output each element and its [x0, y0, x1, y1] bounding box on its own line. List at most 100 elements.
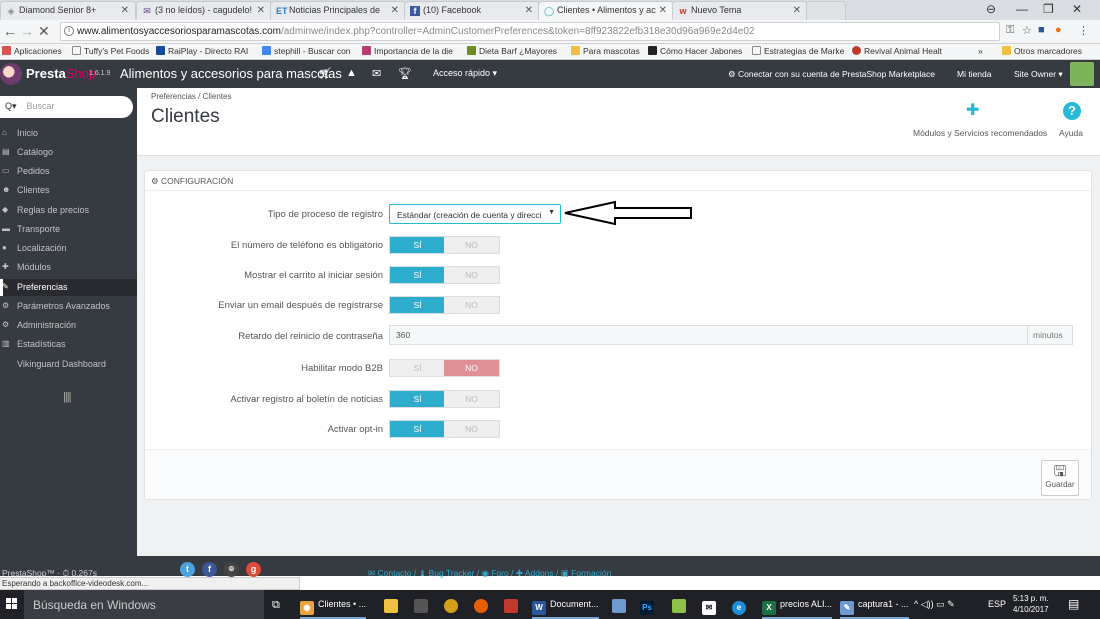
mail-icon[interactable]: ✉	[372, 67, 381, 80]
registration-type-select[interactable]: Estándar (creación de cuenta y direcci ▼	[389, 204, 561, 224]
facebook-icon[interactable]: f	[202, 562, 217, 577]
firefox-icon[interactable]	[474, 590, 492, 619]
sidebar-item-estadisticas[interactable]: ▥ Estadísticas	[0, 336, 137, 353]
app-icon[interactable]	[612, 590, 630, 619]
sidebar-item-clientes[interactable]: ☻ Clientes	[0, 182, 137, 199]
b2b-mode-toggle[interactable]: SÍ NO	[389, 359, 500, 377]
browser-tab[interactable]: f (10) Facebook ✕	[404, 1, 540, 20]
help-link[interactable]: Ayuda	[1059, 128, 1083, 138]
star-icon[interactable]: ☆	[1022, 24, 1032, 37]
browser-tab[interactable]: ET Noticias Principales de ✕	[270, 1, 406, 20]
taskbar-task[interactable]: ◉ Clientes • ...	[300, 590, 367, 619]
bookmark[interactable]: Dieta Barf ¿Mayores	[467, 46, 557, 56]
browser-tab-active[interactable]: ◯ Clientes • Alimentos y ac ✕	[538, 1, 674, 20]
taskbar-task[interactable]: ✎ captura1 - ...	[840, 590, 909, 619]
save-button[interactable]: 🖫︎ Guardar	[1041, 460, 1079, 496]
forward-icon[interactable]: →	[20, 24, 34, 38]
windows-start-icon[interactable]	[6, 598, 18, 610]
close-icon[interactable]: ✕	[391, 5, 399, 16]
footer-links[interactable]: ✉ Contacto / ♝ Bug Tracker / ◉ Foro / ✚ …	[368, 568, 611, 579]
profile-icon[interactable]: ⊖	[986, 2, 996, 16]
sidebar-item-vikinguard[interactable]: Vikinguard Dashboard	[0, 356, 137, 373]
close-icon[interactable]: ✕	[659, 5, 667, 16]
minimize-icon[interactable]: —	[1016, 2, 1028, 16]
store-icon[interactable]	[414, 590, 432, 619]
close-icon[interactable]: ✕	[121, 5, 129, 16]
bookmark[interactable]: Importancia de la die	[362, 46, 453, 56]
toggle-no[interactable]: NO	[444, 360, 499, 376]
restore-icon[interactable]: ❐	[1043, 2, 1054, 16]
taskbar-task[interactable]: Xprecios ALI...	[762, 590, 833, 619]
search-input[interactable]: Q▾ Buscar	[0, 96, 133, 118]
sidebar-item-inicio[interactable]: ⌂ Inicio	[0, 125, 137, 142]
task-view-icon[interactable]: ⧉	[272, 590, 280, 619]
sidebar-item-administracion[interactable]: ⚙ Administración	[0, 317, 137, 334]
key-icon[interactable]: ⚿	[1006, 24, 1014, 37]
toggle-no[interactable]: NO	[444, 391, 499, 407]
sidebar-item-catalogo[interactable]: ▤ Catálogo	[0, 144, 137, 161]
stop-icon[interactable]: ✕	[38, 24, 50, 38]
browser-tab[interactable]: ◈ Diamond Senior 8+ ✕	[0, 1, 136, 20]
password-delay-input[interactable]: 360	[389, 325, 1072, 345]
back-icon[interactable]: ←	[3, 24, 17, 38]
show-cart-toggle[interactable]: SÍ NO	[389, 266, 500, 284]
browser-tab[interactable]: ✉ (3 no leídos) - cagudelo! ✕	[136, 1, 272, 20]
taskbar-search[interactable]: Búsqueda en Windows	[24, 590, 264, 619]
toggle-no[interactable]: NO	[444, 297, 499, 313]
toggle-yes[interactable]: SÍ	[390, 237, 445, 253]
menu-icon[interactable]: ⋮	[1078, 24, 1089, 37]
user-icon[interactable]: ▲	[346, 67, 357, 79]
file-explorer-icon[interactable]	[384, 590, 402, 619]
avatar[interactable]	[1070, 62, 1094, 86]
edge-icon[interactable]: e	[732, 590, 750, 619]
new-tab-button[interactable]	[806, 1, 846, 20]
sidebar-item-transporte[interactable]: ▬ Transporte	[0, 221, 137, 238]
phone-required-toggle[interactable]: SÍ NO	[389, 236, 500, 254]
mail-icon[interactable]: ✉	[702, 590, 720, 619]
close-icon[interactable]: ✕	[793, 5, 801, 16]
optin-toggle[interactable]: SÍ NO	[389, 420, 500, 438]
url-field[interactable]: i www.alimentosyaccesoriosparamascotas.c…	[60, 22, 1000, 41]
close-window-icon[interactable]: ✕	[1072, 2, 1082, 16]
toggle-yes[interactable]: SÍ	[390, 267, 445, 283]
sidebar-item-preferencias[interactable]: ✎ Preferencias	[0, 279, 137, 296]
newsletter-toggle[interactable]: SÍ NO	[389, 390, 500, 408]
send-email-toggle[interactable]: SÍ NO	[389, 296, 500, 314]
language-indicator[interactable]: ESP	[988, 599, 1006, 609]
puzzle-icon[interactable]: ✚	[966, 100, 979, 120]
modules-link[interactable]: Módulos y Servicios recomendados	[913, 128, 1047, 138]
extension-icon[interactable]: ■	[1038, 24, 1045, 36]
prestashop-logo[interactable]	[0, 63, 22, 85]
toggle-no[interactable]: NO	[444, 421, 499, 437]
notifications-icon[interactable]: ▤	[1068, 597, 1079, 611]
bookmark[interactable]: Cómo Hacer Jabones	[648, 46, 742, 56]
cart-icon[interactable]: 🛒︎	[318, 67, 332, 80]
toggle-yes[interactable]: SÍ	[390, 360, 445, 376]
toggle-yes[interactable]: SÍ	[390, 421, 445, 437]
sidebar-item-parametros[interactable]: ⚙ Parámetros Avanzados	[0, 298, 137, 315]
toggle-no[interactable]: NO	[444, 237, 499, 253]
app-icon[interactable]	[672, 590, 690, 619]
app-icon[interactable]	[444, 590, 462, 619]
close-icon[interactable]: ✕	[257, 5, 265, 16]
bookmark[interactable]: Estrategias de Marke	[752, 46, 844, 56]
info-icon[interactable]: i	[64, 26, 74, 36]
sidebar-item-modulos[interactable]: ✚ Módulos	[0, 259, 137, 276]
tray-icons[interactable]: ^ ◁)) ▭ ✎	[914, 599, 955, 610]
my-shop-link[interactable]: Mi tienda	[957, 69, 992, 79]
user-menu[interactable]: Site Owner ▾	[1014, 69, 1063, 80]
twitter-icon[interactable]: t	[180, 562, 195, 577]
app-icon[interactable]	[504, 590, 522, 619]
sidebar-item-pedidos[interactable]: ▭ Pedidos	[0, 163, 137, 180]
bookmark[interactable]: stephill - Buscar con	[262, 46, 351, 56]
help-icon[interactable]: ?	[1063, 102, 1081, 120]
extension-icon[interactable]: ●	[1055, 24, 1062, 36]
sidebar-item-reglas[interactable]: ◆ Reglas de precios	[0, 202, 137, 219]
taskbar-task[interactable]: W Document...	[532, 590, 599, 619]
trophy-icon[interactable]: 🏆︎	[398, 67, 412, 80]
collapse-sidebar-icon[interactable]: ||||	[63, 391, 72, 403]
bookmark[interactable]: Para mascotas	[571, 46, 640, 56]
other-bookmarks[interactable]: Otros marcadores	[1002, 46, 1082, 56]
google-plus-icon[interactable]: g	[246, 562, 261, 577]
more-bookmarks-icon[interactable]: »	[978, 46, 983, 56]
